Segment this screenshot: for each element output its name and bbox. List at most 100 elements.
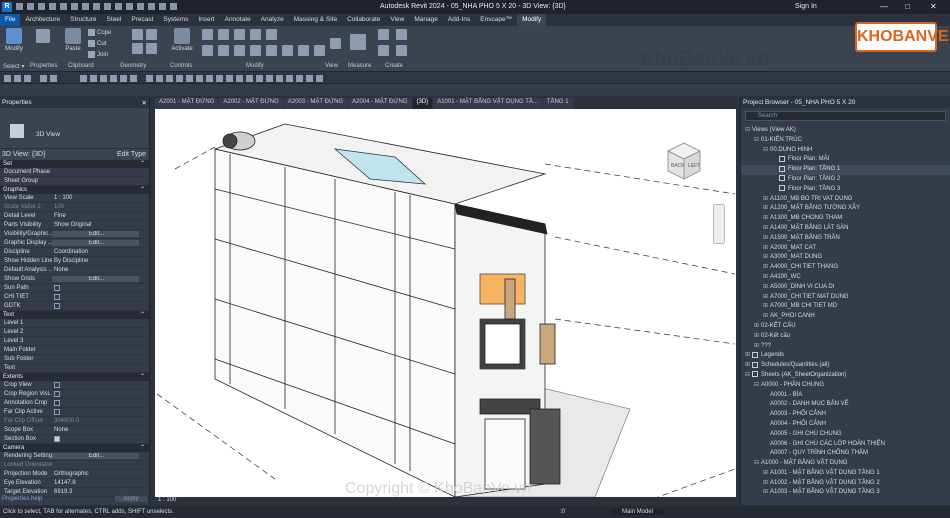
view-tab[interactable]: {3D}	[412, 98, 433, 109]
ribbon-tab-analyze[interactable]: Analyze	[256, 14, 289, 26]
expand-toggle-icon[interactable]: ⊞	[763, 273, 770, 283]
toolbar-icon-12[interactable]	[146, 75, 153, 82]
toolbar-icon-22[interactable]	[246, 75, 253, 82]
close-hidden-icon[interactable]	[159, 3, 166, 10]
property-checkbox[interactable]	[54, 294, 60, 300]
browser-item[interactable]: ⊞???	[741, 342, 950, 352]
browser-item[interactable]: ⊞ A2000_MAT CAT	[741, 244, 950, 254]
browser-item[interactable]: Floor Plan: MÁI	[741, 155, 950, 165]
property-category[interactable]: Camera	[0, 444, 149, 452]
property-edit-button[interactable]: Edit...	[52, 453, 139, 459]
property-category[interactable]: Set	[0, 160, 149, 168]
browser-item[interactable]: ⊞ A3000_MAT DUNG	[741, 253, 950, 263]
browser-item[interactable]: ⊞ Schedules/Quantities (all)	[741, 361, 950, 371]
browser-item[interactable]: ⊞ A1500_MẶT BẰNG TRẦN	[741, 234, 950, 244]
dimension-icon[interactable]	[93, 3, 100, 10]
view-tab[interactable]: A2001 - MẶT ĐỨNG	[155, 98, 219, 109]
browser-item[interactable]: ⊞ Legends	[741, 351, 950, 361]
sign-in-link[interactable]: Sign In	[795, 3, 817, 10]
split-icon[interactable]	[266, 29, 277, 40]
ribbon-tab-steel[interactable]: Steel	[102, 14, 127, 26]
toolbar-icon-25[interactable]	[276, 75, 283, 82]
property-checkbox[interactable]	[54, 409, 60, 415]
toolbar-icon-11[interactable]	[130, 75, 137, 82]
toolbar-icon-4[interactable]	[40, 75, 47, 82]
browser-item[interactable]: ⊞ A1100_MB BO TRI VAT DUNG	[741, 195, 950, 205]
section-icon[interactable]	[137, 3, 144, 10]
view-tab[interactable]: A2003 - MẶT ĐỨNG	[283, 98, 348, 109]
expand-toggle-icon[interactable]: ⊟	[754, 381, 761, 391]
measure-icon[interactable]	[350, 34, 366, 50]
view-tab[interactable]: A2004 - MẶT ĐỨNG	[348, 98, 412, 109]
ribbon-tab-structure[interactable]: Structure	[65, 14, 101, 26]
toolbar-icon-16[interactable]	[186, 75, 193, 82]
toolbar-icon-17[interactable]	[196, 75, 203, 82]
property-category[interactable]: Text	[0, 311, 149, 319]
browser-item[interactable]: A0007 - QUY TRÌNH CHỐNG THẤM	[741, 449, 950, 459]
copy-icon[interactable]	[218, 45, 229, 56]
browser-item[interactable]: Floor Plan: TẦNG 2	[741, 175, 950, 185]
expand-toggle-icon[interactable]: ⊞	[763, 302, 770, 312]
browser-item[interactable]: ⊞ A1001 - MẶT BẰNG VẬT DỤNG TẦNG 1	[741, 469, 950, 479]
mirror-icon[interactable]	[234, 29, 245, 40]
expand-toggle-icon[interactable]: ⊞	[763, 214, 770, 224]
browser-item[interactable]: ⊞ A1003 - MẶT BẰNG VẬT DỤNG TẦNG 3	[741, 488, 950, 498]
minimize-button[interactable]: —	[880, 2, 888, 11]
properties-icon[interactable]	[36, 29, 50, 43]
cope-button[interactable]: Cope	[88, 29, 111, 36]
mirror-draw-icon[interactable]	[250, 29, 261, 40]
instance-selector[interactable]: 3D View: {3D} Edit Type	[0, 148, 149, 160]
toolbar-icon-18[interactable]	[206, 75, 213, 82]
property-checkbox[interactable]	[54, 436, 60, 442]
property-checkbox[interactable]	[54, 285, 60, 291]
expand-toggle-icon[interactable]: ⊞	[763, 224, 770, 234]
expand-toggle-icon[interactable]: ⊞	[763, 469, 770, 479]
paste-button[interactable]: Paste	[62, 28, 84, 52]
property-category[interactable]: Extents	[0, 373, 149, 381]
expand-toggle-icon[interactable]: ⊞	[754, 332, 761, 342]
browser-item[interactable]: ⊞ A1300_MB CHONG THAM	[741, 214, 950, 224]
ribbon-tab-collaborate[interactable]: Collaborate	[342, 14, 385, 26]
view-tab[interactable]: A2002 - MẶT ĐỨNG	[219, 98, 283, 109]
browser-item[interactable]: ⊞ AK_PHOI CANH	[741, 312, 950, 322]
toolbar-icon-1[interactable]	[4, 75, 11, 82]
property-edit-button[interactable]: Edit...	[52, 276, 139, 282]
print-icon[interactable]	[71, 3, 78, 10]
view-tab[interactable]: TẦNG 1	[542, 98, 573, 109]
toolbar-icon-15[interactable]	[176, 75, 183, 82]
measure-icon[interactable]	[82, 3, 89, 10]
browser-search-input[interactable]: Search	[745, 111, 946, 121]
browser-item[interactable]: A0005 - GHI CHÚ CHUNG	[741, 430, 950, 440]
trim-icon[interactable]	[250, 45, 261, 56]
expand-toggle-icon[interactable]: ⊟	[754, 459, 761, 469]
ribbon-tab-view[interactable]: View	[385, 14, 409, 26]
toolbar-icon-29[interactable]	[316, 75, 323, 82]
browser-item[interactable]: ⊞ 02-KẾT CẤU	[741, 322, 950, 332]
ribbon-tab-manage[interactable]: Manage	[409, 14, 443, 26]
offset-icon[interactable]	[218, 29, 229, 40]
view-tab[interactable]: A1001 - MẶT BẰNG VẬT DỤNG TẦ...	[433, 98, 542, 109]
navigation-bar[interactable]	[713, 204, 725, 244]
browser-item[interactable]: ⊞ A7000_CHI TIET MAT DUNG	[741, 293, 950, 303]
browser-item[interactable]: ⊞ 02-Kết cấu	[741, 332, 950, 342]
expand-toggle-icon[interactable]: ⊞	[763, 253, 770, 263]
pin-icon[interactable]	[298, 45, 309, 56]
toolbar-icon-10[interactable]	[120, 75, 127, 82]
create-similar-icon[interactable]	[396, 45, 407, 56]
toolbar-icon-2[interactable]	[14, 75, 21, 82]
property-category[interactable]: Graphics	[0, 186, 149, 194]
browser-item[interactable]: ⊞ A4100_WC	[741, 273, 950, 283]
geometry-tool-icon[interactable]	[132, 29, 143, 40]
ribbon-tab-annotate[interactable]: Annotate	[220, 14, 256, 26]
expand-toggle-icon[interactable]: ⊞	[754, 322, 761, 332]
browser-item[interactable]: ⊞ A4000_CHI TIET THANG	[741, 263, 950, 273]
revit-logo-icon[interactable]: R	[2, 2, 12, 12]
ribbon-tab-massing-site[interactable]: Massing & Site	[289, 14, 342, 26]
toolbar-icon-9[interactable]	[110, 75, 117, 82]
toolbar-icon-8[interactable]	[100, 75, 107, 82]
expand-toggle-icon[interactable]: ⊟	[745, 371, 752, 381]
open-icon[interactable]	[16, 3, 23, 10]
3d-view-icon[interactable]	[126, 3, 133, 10]
toolbar-icon-27[interactable]	[296, 75, 303, 82]
toolbar-icon-14[interactable]	[166, 75, 173, 82]
